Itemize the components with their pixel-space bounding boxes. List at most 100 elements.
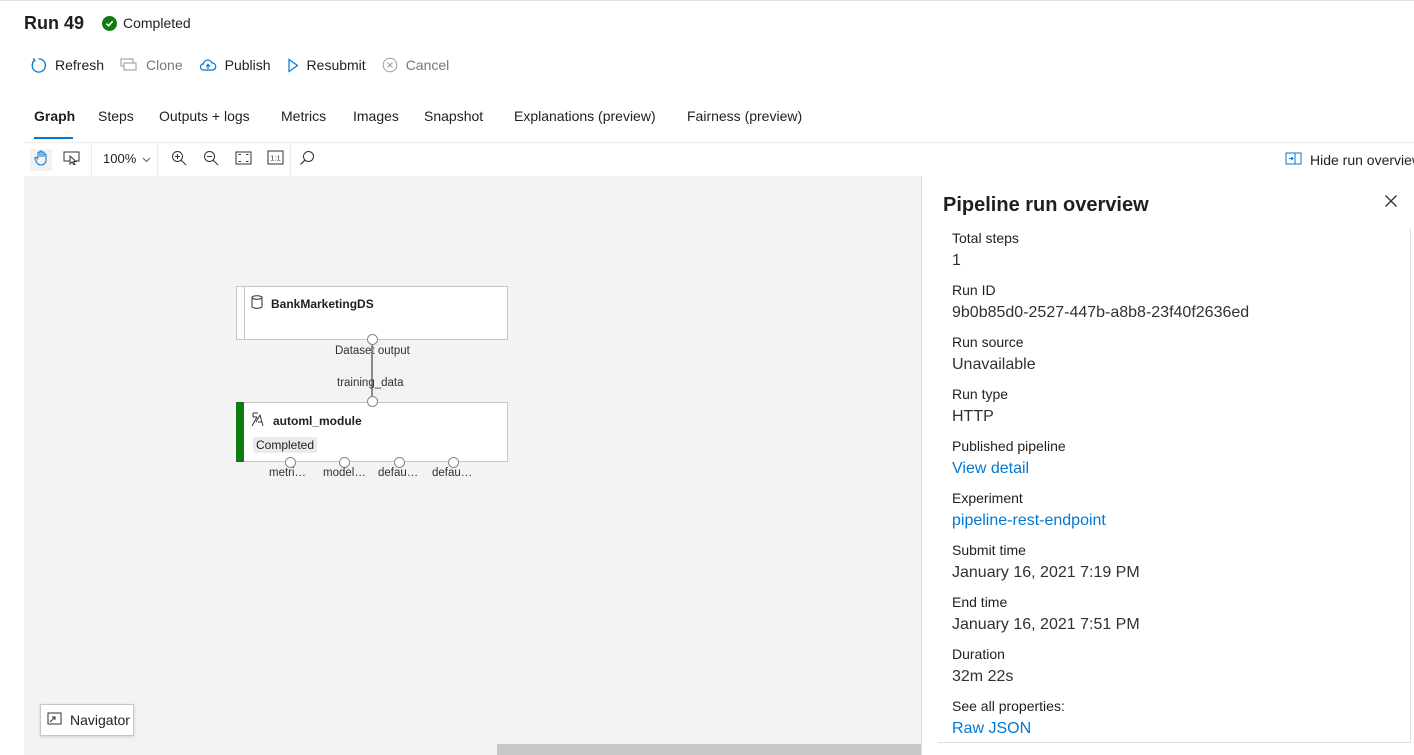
navigator-button[interactable]: Navigator bbox=[40, 704, 134, 736]
zoom-in-button[interactable] bbox=[168, 149, 190, 171]
tab-images[interactable]: Images bbox=[353, 108, 399, 124]
search-icon bbox=[299, 150, 315, 171]
select-tool-button[interactable] bbox=[61, 149, 83, 171]
prop-label: Total steps bbox=[952, 230, 1019, 246]
close-button[interactable] bbox=[1384, 194, 1402, 212]
run-status-label: Completed bbox=[123, 15, 191, 31]
prop-end-time: End time January 16, 2021 7:51 PM bbox=[952, 593, 1140, 636]
node-left-bar bbox=[237, 287, 245, 339]
fit-screen-icon bbox=[235, 151, 252, 170]
prop-label: End time bbox=[952, 594, 1008, 610]
raw-json-link[interactable]: Raw JSON bbox=[952, 718, 1065, 740]
hand-icon bbox=[34, 150, 48, 171]
zoom-level: 100% bbox=[103, 151, 137, 166]
prop-run-id: Run ID 9b0b85d0-2527-447b-a8b8-23f40f263… bbox=[952, 281, 1249, 324]
top-border bbox=[0, 0, 1414, 1]
publish-button[interactable]: Publish bbox=[199, 57, 271, 73]
prop-label: Run source bbox=[952, 334, 1024, 350]
prop-value: January 16, 2021 7:51 PM bbox=[952, 616, 1140, 633]
module-node-title: automl_module bbox=[273, 414, 362, 428]
dataset-node[interactable]: BankMarketingDS bbox=[236, 286, 508, 340]
tab-outputs-logs[interactable]: Outputs + logs bbox=[159, 108, 250, 124]
close-icon bbox=[1384, 195, 1398, 212]
run-status: Completed bbox=[102, 15, 191, 31]
graph-canvas[interactable]: BankMarketingDS Dataset output training_… bbox=[24, 176, 921, 755]
prop-label: Run ID bbox=[952, 282, 996, 298]
tab-explanations[interactable]: Explanations (preview) bbox=[514, 108, 656, 124]
panel-icon bbox=[1285, 152, 1302, 168]
chevron-down-icon bbox=[142, 151, 151, 166]
prop-value: 32m 22s bbox=[952, 668, 1014, 685]
pan-tool-button[interactable] bbox=[30, 149, 52, 171]
run-title: Run 49 bbox=[24, 13, 85, 33]
refresh-button[interactable]: Refresh bbox=[30, 57, 104, 74]
prop-label: Submit time bbox=[952, 542, 1026, 558]
run-toolbar: Refresh Clone Publish Resubmit Cancel bbox=[30, 55, 465, 75]
prop-value: January 16, 2021 7:19 PM bbox=[952, 564, 1140, 581]
svg-text:1:1: 1:1 bbox=[270, 154, 280, 163]
fit-to-screen-button[interactable] bbox=[232, 149, 254, 171]
run-overview-panel: Pipeline run overview Total steps 1 Run … bbox=[921, 176, 1414, 755]
active-tab-indicator bbox=[34, 137, 73, 139]
output-port-label: metri… bbox=[269, 467, 307, 479]
navigator-icon bbox=[47, 712, 62, 728]
dataset-output-port[interactable] bbox=[367, 334, 378, 345]
prop-label: See all properties: bbox=[952, 698, 1065, 714]
prop-label: Run type bbox=[952, 386, 1009, 402]
prop-label: Published pipeline bbox=[952, 438, 1066, 454]
prop-duration: Duration 32m 22s bbox=[952, 645, 1013, 688]
clone-label: Clone bbox=[146, 57, 183, 73]
horizontal-scrollbar[interactable] bbox=[497, 744, 921, 755]
prop-value: Unavailable bbox=[952, 356, 1036, 373]
play-icon bbox=[287, 57, 299, 73]
checkmark-icon bbox=[102, 15, 117, 31]
dataset-node-title: BankMarketingDS bbox=[271, 296, 374, 311]
zoom-out-icon bbox=[203, 150, 219, 171]
resubmit-button[interactable]: Resubmit bbox=[287, 57, 366, 73]
toolbar-divider bbox=[290, 143, 291, 176]
refresh-label: Refresh bbox=[55, 57, 105, 73]
prop-total-steps: Total steps 1 bbox=[952, 229, 1019, 272]
tab-metrics[interactable]: Metrics bbox=[281, 108, 326, 124]
actual-size-button[interactable]: 1:1 bbox=[264, 149, 286, 171]
node-status-bar bbox=[236, 402, 244, 462]
cancel-button[interactable]: Cancel bbox=[382, 57, 449, 73]
clone-icon bbox=[120, 58, 138, 72]
tab-graph[interactable]: Graph bbox=[34, 108, 75, 124]
experiment-link[interactable]: pipeline-rest-endpoint bbox=[952, 510, 1106, 532]
select-pointer-icon bbox=[63, 151, 81, 170]
output-port-label: defau… bbox=[432, 467, 473, 479]
prop-label: Experiment bbox=[952, 490, 1023, 506]
view-detail-link[interactable]: View detail bbox=[952, 458, 1066, 480]
prop-submit-time: Submit time January 16, 2021 7:19 PM bbox=[952, 541, 1140, 584]
toolbar-divider bbox=[157, 143, 158, 176]
prop-label: Duration bbox=[952, 646, 1005, 662]
output-port-label: model… bbox=[323, 467, 366, 479]
hide-run-overview-button[interactable]: Hide run overview bbox=[1285, 152, 1414, 168]
tab-snapshot[interactable]: Snapshot bbox=[424, 108, 483, 124]
actual-size-icon: 1:1 bbox=[267, 150, 284, 170]
cloud-upload-icon bbox=[199, 58, 217, 72]
panel-title: Pipeline run overview bbox=[943, 194, 1149, 216]
zoom-dropdown[interactable]: 100% bbox=[103, 151, 151, 166]
module-status-badge: Completed bbox=[253, 437, 318, 453]
clone-button[interactable]: Clone bbox=[120, 57, 183, 73]
navigator-label: Navigator bbox=[70, 712, 130, 728]
module-node-header: automl_module bbox=[251, 412, 362, 430]
zoom-in-icon bbox=[171, 150, 187, 171]
cancel-circle-icon bbox=[382, 57, 398, 73]
training-data-port[interactable] bbox=[367, 396, 378, 407]
zoom-out-button[interactable] bbox=[200, 149, 222, 171]
tab-fairness[interactable]: Fairness (preview) bbox=[687, 108, 802, 124]
prop-value: 1 bbox=[952, 252, 961, 269]
database-icon bbox=[251, 295, 263, 312]
refresh-icon bbox=[30, 57, 47, 74]
tab-steps[interactable]: Steps bbox=[98, 108, 134, 124]
prop-published-pipeline: Published pipeline View detail bbox=[952, 437, 1066, 480]
search-button[interactable] bbox=[296, 149, 318, 171]
automl-module-node[interactable]: automl_module Completed bbox=[236, 402, 508, 462]
connection-edge bbox=[371, 345, 373, 402]
output-port-label: defau… bbox=[378, 467, 419, 479]
prop-all-properties: See all properties: Raw JSON bbox=[952, 697, 1065, 740]
prop-value: HTTP bbox=[952, 408, 994, 425]
